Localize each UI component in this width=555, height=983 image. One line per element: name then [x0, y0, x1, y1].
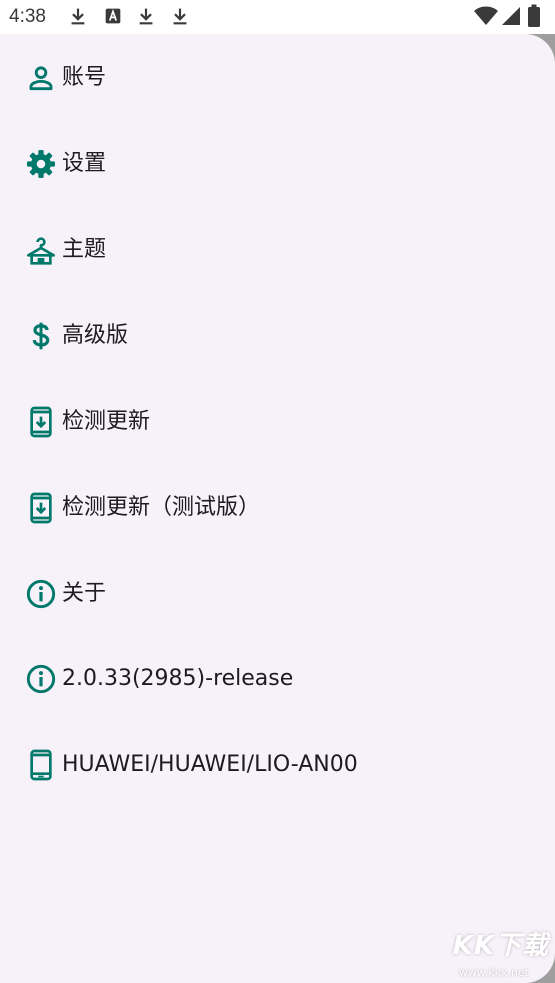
- menu-item-check-update[interactable]: 检测更新: [0, 379, 555, 465]
- font-app-icon: [105, 8, 121, 24]
- menu-item-label: 2.0.33(2985)-release: [62, 666, 294, 691]
- menu-item-label: HUAWEI/HUAWEI/LIO-AN00: [62, 752, 358, 777]
- gear-icon: [27, 150, 55, 178]
- menu-item-premium[interactable]: 高级版: [0, 293, 555, 379]
- phone-icon: [30, 749, 52, 781]
- status-time: 4:38: [9, 6, 46, 27]
- person-icon: [29, 66, 53, 91]
- wifi-icon: [474, 6, 498, 25]
- menu-item-label: 检测更新: [62, 409, 151, 434]
- signal-icon: [502, 7, 520, 25]
- download-icon: [139, 8, 153, 25]
- menu-item-label: 高级版: [62, 323, 129, 348]
- hanger-icon: [27, 237, 55, 265]
- menu-item-label: 设置: [62, 151, 107, 176]
- menu-item-check-update-beta[interactable]: 检测更新（测试版）: [0, 465, 555, 551]
- menu-item-device[interactable]: HUAWEI/HUAWEI/LIO-AN00: [0, 722, 555, 808]
- menu-item-account[interactable]: 账号: [0, 35, 555, 121]
- menu-item-theme[interactable]: 主题: [0, 207, 555, 293]
- download-icon: [71, 8, 85, 25]
- menu-item-version[interactable]: 2.0.33(2985)-release: [0, 636, 555, 722]
- watermark: KK下载 www.kkx.net: [425, 923, 555, 983]
- battery-icon: [528, 4, 540, 27]
- menu-item-about[interactable]: 关于: [0, 551, 555, 637]
- info-icon: [26, 664, 56, 694]
- watermark-url: www.kkx.net: [458, 966, 529, 979]
- download-icon: [173, 8, 187, 25]
- phone-download-icon: [30, 492, 52, 524]
- dollar-icon: [32, 322, 50, 350]
- info-icon: [26, 579, 56, 609]
- phone-download-icon: [30, 406, 52, 438]
- menu-item-settings[interactable]: 设置: [0, 121, 555, 207]
- watermark-title: KK下载: [452, 931, 549, 961]
- menu-item-label: 主题: [62, 237, 107, 262]
- status-bar: 4:38: [0, 0, 555, 34]
- menu-item-label: 账号: [62, 65, 107, 90]
- menu-item-label: 检测更新（测试版）: [62, 495, 261, 520]
- navigation-drawer: 账号 设置 主题 高级版 检测更新 检测更新（测试版） 关于 2.0.33(29…: [0, 34, 555, 983]
- menu-item-label: 关于: [62, 581, 107, 606]
